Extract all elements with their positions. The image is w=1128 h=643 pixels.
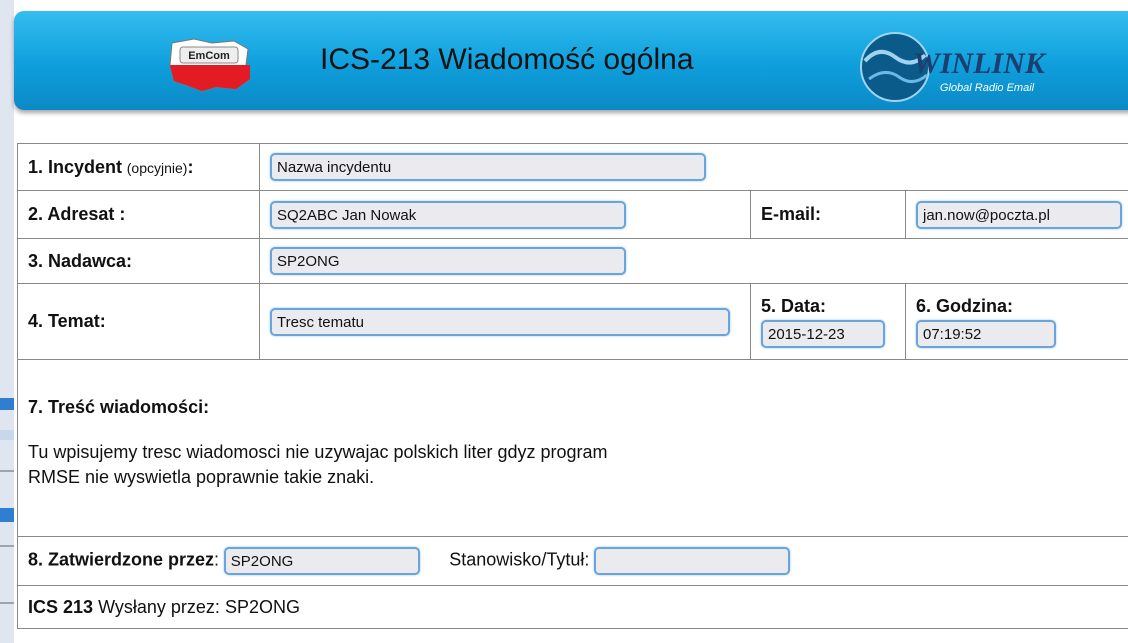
subject-label-cell: 4. Temat: [17, 283, 260, 360]
subject-row: 4. Temat: Tresc tematu 5. Data: 2015-12-… [17, 283, 1128, 360]
footer-cell: ICS 213 Wysłany przez: SP2ONG [16, 585, 1128, 629]
message-line-1: Tu wpisujemy tresc wiadomosci nie uzywaj… [28, 442, 608, 462]
time-label: 6. Godzina: [916, 295, 1014, 316]
emcom-logo-text: EmCom [188, 50, 230, 62]
to-value-cell: SQ2ABC Jan Nowak [259, 190, 751, 239]
form-header-banner: EmCom ICS-213 Wiadomość ogólna WINLINK G… [14, 11, 1128, 110]
time-cell: 6. Godzina: 07:19:52 [904, 283, 1128, 360]
incident-label-cell: 1. Incydent (opcyjnie): [17, 143, 260, 191]
winlink-tagline: Global Radio Email [940, 82, 1035, 94]
position-title-label: Stanowisko/Tytuł: [449, 549, 590, 570]
incident-label: 1. Incydent [28, 156, 123, 177]
background-window-edge [0, 0, 14, 643]
email-value-cell: jan.now@poczta.pl [904, 190, 1128, 239]
winlink-logo-text: WINLINK [913, 47, 1047, 80]
ics213-form: 1. Incydent (opcyjnie): Nazwa incydentu … [16, 143, 1128, 629]
approved-label: 8. Zatwierdzone przez [28, 549, 215, 570]
approved-row: 8. Zatwierdzone przez: SP2ONG Stanowisko… [16, 536, 1128, 586]
message-line-2: RMSE nie wyswietla poprawnie takie znaki… [28, 467, 375, 487]
to-input[interactable]: SQ2ABC Jan Nowak [270, 200, 626, 229]
footer-row: ICS 213 Wysłany przez: SP2ONG [16, 585, 1128, 629]
from-label-cell: 3. Nadawca: [17, 238, 260, 284]
approved-cell: 8. Zatwierdzone przez: SP2ONG Stanowisko… [16, 536, 1128, 586]
from-row: 3. Nadawca: SP2ONG [17, 238, 1128, 284]
incident-optional-note: (opcyjnie) [126, 159, 188, 176]
approved-by-input[interactable]: SP2ONG [223, 547, 420, 575]
incident-label-colon: : [187, 156, 194, 177]
from-label: 3. Nadawca: [28, 250, 133, 271]
message-label: 7. Treść wiadomości: [28, 397, 210, 417]
subject-label: 4. Temat: [28, 311, 106, 331]
position-title-input[interactable] [594, 547, 791, 575]
message-body[interactable]: Tu wpisujemy tresc wiadomosci nie uzywaj… [28, 440, 1127, 490]
incident-row: 1. Incydent (opcyjnie): Nazwa incydentu [17, 143, 1128, 191]
from-value-cell: SP2ONG [258, 238, 1128, 284]
to-label: 2. Adresat : [28, 204, 126, 224]
subject-value-cell: Tresc tematu [259, 283, 751, 360]
email-label: E-mail: [761, 204, 822, 224]
date-label: 5. Data: [761, 295, 827, 316]
emcom-logo: EmCom [169, 38, 251, 92]
time-input[interactable]: 07:19:52 [916, 319, 1056, 348]
subject-input[interactable]: Tresc tematu [270, 307, 730, 336]
date-cell: 5. Data: 2015-12-23 [750, 283, 906, 360]
page-title: ICS-213 Wiadomość ogólna [320, 43, 694, 76]
winlink-logo: WINLINK Global Radio Email [860, 32, 1047, 102]
email-label-cell: E-mail: [750, 190, 906, 239]
sent-by-value: SP2ONG [224, 596, 300, 617]
to-row: 2. Adresat : SQ2ABC Jan Nowak E-mail: ja… [17, 190, 1128, 239]
email-input[interactable]: jan.now@poczta.pl [916, 200, 1122, 229]
from-input[interactable]: SP2ONG [270, 247, 626, 275]
form-name: ICS 213 [28, 596, 94, 617]
message-cell[interactable]: 7. Treść wiadomości: Tu wpisujemy tresc … [16, 359, 1128, 537]
message-row: 7. Treść wiadomości: Tu wpisujemy tresc … [16, 359, 1128, 537]
incident-value-cell: Nazwa incydentu [258, 143, 1128, 191]
date-input[interactable]: 2015-12-23 [761, 319, 885, 348]
incident-input[interactable]: Nazwa incydentu [270, 153, 706, 181]
to-label-cell: 2. Adresat : [17, 190, 260, 239]
approved-label-colon: : [214, 549, 220, 570]
sent-by-label: Wysłany przez: [98, 596, 220, 617]
